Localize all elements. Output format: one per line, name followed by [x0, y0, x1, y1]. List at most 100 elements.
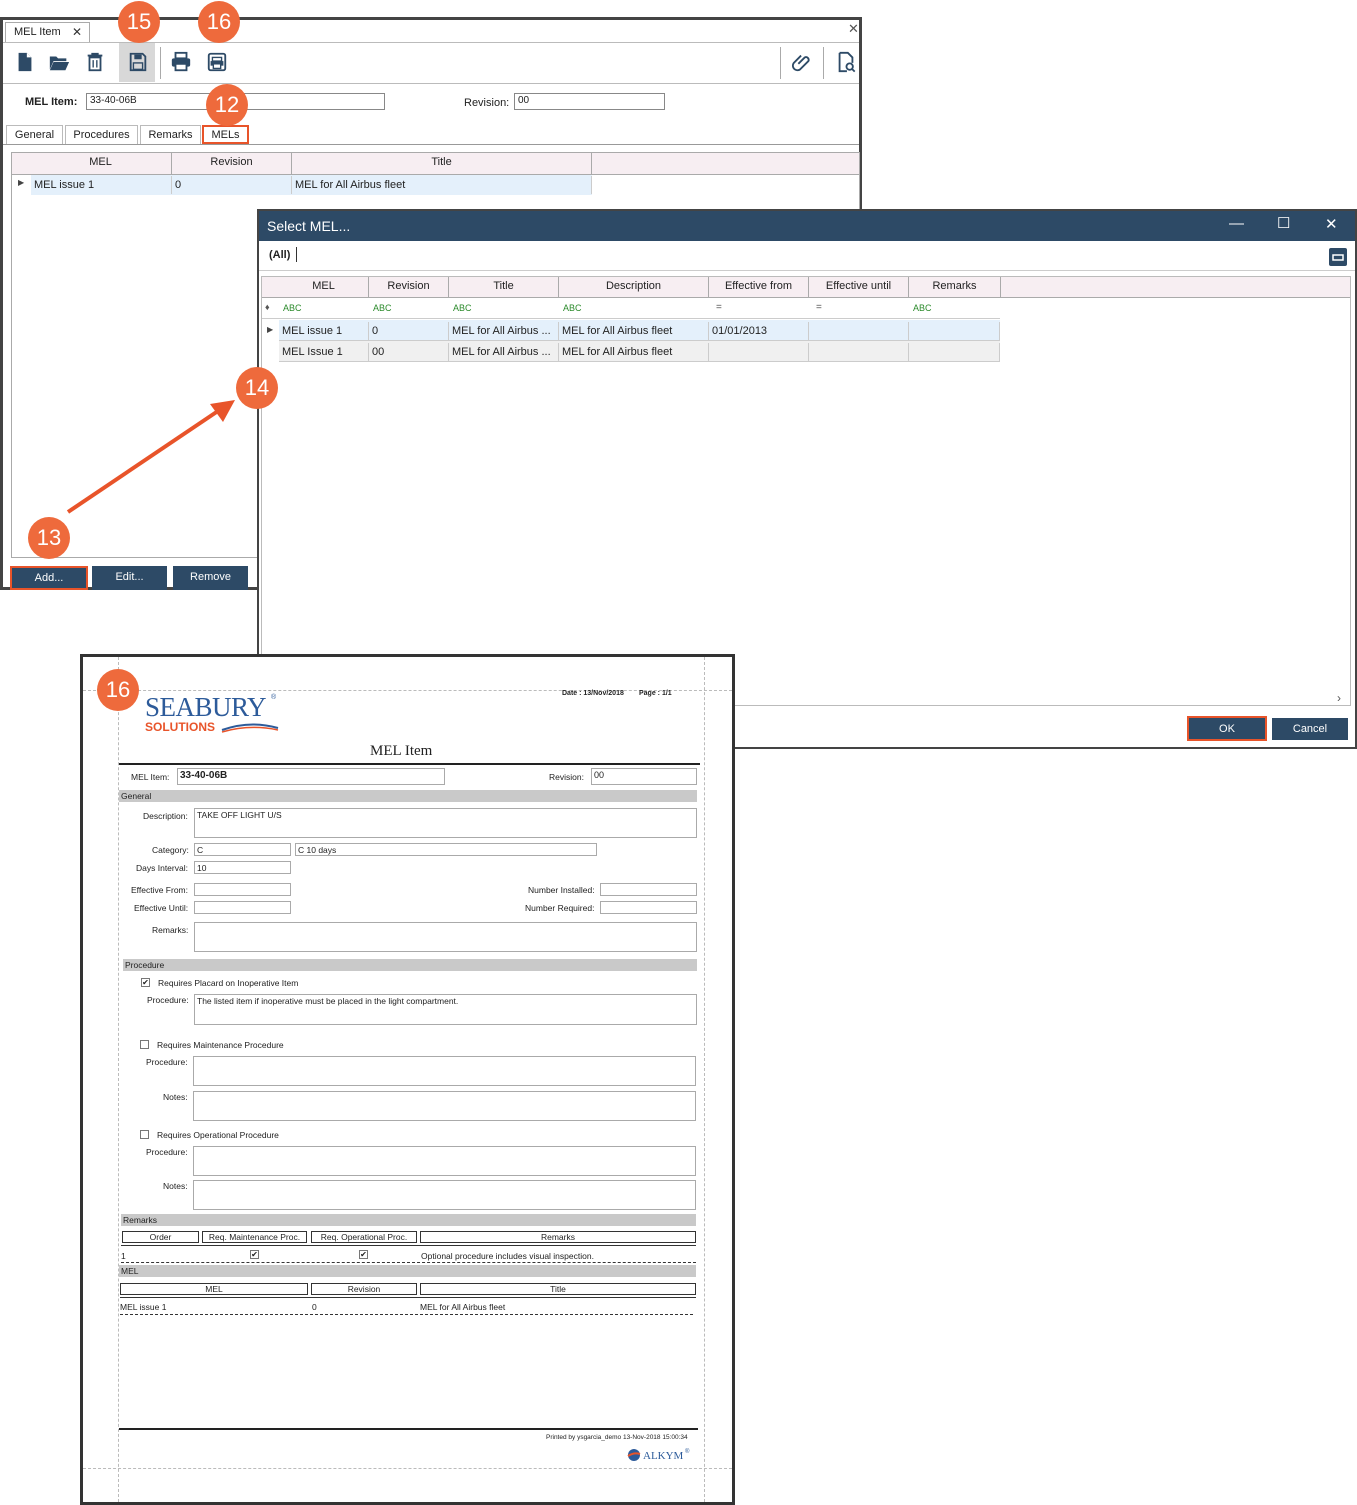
r-mel-item-label: MEL Item:	[131, 772, 170, 782]
tab-mels[interactable]: MELs	[202, 125, 249, 144]
maximize-icon[interactable]: ☐	[1277, 214, 1290, 232]
logo-swoosh-icon	[221, 723, 279, 733]
sel-cell-mel: MEL Issue 1	[279, 343, 369, 361]
r-maint-notes-value	[193, 1091, 696, 1121]
scroll-right-icon[interactable]: ›	[1337, 691, 1341, 705]
report-margin-line	[83, 690, 732, 691]
alkym-logo-icon	[627, 1449, 641, 1461]
toolbar	[3, 42, 859, 84]
column-chooser-button[interactable]	[1329, 248, 1347, 266]
r-section-procedure: Procedure	[123, 959, 697, 971]
new-button[interactable]	[12, 49, 38, 75]
r-mel-row-title: MEL for All Airbus fleet	[420, 1302, 506, 1312]
r-description-label: Description:	[143, 811, 188, 821]
r-days-value: 10	[194, 861, 291, 874]
filter-description[interactable]: ABC	[563, 303, 582, 313]
delete-icon	[87, 52, 103, 72]
r-num-required-label: Number Required:	[525, 903, 595, 913]
r-section-remarks: Remarks	[121, 1214, 696, 1226]
sel-col-remarks[interactable]: Remarks	[909, 277, 1001, 297]
ok-button[interactable]: OK	[1187, 716, 1267, 741]
r-section-general: General	[119, 790, 697, 802]
r-remarks-col-order: Order	[122, 1231, 199, 1243]
sel-cell-description: MEL for All Airbus fleet	[559, 322, 709, 340]
r-oper-checkbox	[140, 1130, 149, 1139]
mels-cell-title: MEL for All Airbus fleet	[292, 176, 592, 194]
mels-col-mel[interactable]: MEL	[30, 153, 172, 174]
print-button[interactable]	[168, 49, 194, 75]
r-remarks-value	[194, 922, 697, 952]
r-maint-notes-label: Notes:	[163, 1092, 188, 1102]
r-placard-procedure: The listed item if inoperative must be p…	[194, 994, 697, 1025]
mels-col-title[interactable]: Title	[292, 153, 592, 174]
r-remarks-maint-check: ✔	[250, 1250, 259, 1259]
row-indicator-icon: ▶	[18, 178, 25, 187]
r-category-label: Category:	[152, 845, 189, 855]
print-preview-button[interactable]	[204, 49, 230, 75]
close-icon[interactable]: ✕	[1325, 215, 1338, 233]
cancel-button[interactable]: Cancel	[1272, 718, 1348, 740]
report-margin-line	[83, 1468, 732, 1469]
tab-remarks[interactable]: Remarks	[140, 125, 201, 144]
minimize-icon[interactable]: —	[1229, 215, 1244, 232]
open-button[interactable]	[46, 49, 72, 75]
print-preview-icon	[207, 52, 227, 72]
r-eff-until-label: Effective Until:	[134, 903, 189, 913]
save-button[interactable]	[125, 49, 151, 75]
r-remarks-col-oper: Req. Operational Proc.	[311, 1231, 417, 1243]
toolbar-separator	[823, 47, 824, 79]
r-mel-col-title: Title	[420, 1283, 696, 1295]
dialog-title-bar[interactable]: Select MEL... — ☐ ✕	[259, 211, 1355, 241]
print-icon	[171, 51, 191, 72]
r-oper-procedure-label: Procedure:	[146, 1147, 188, 1157]
r-remarks-col-maint: Req. Maintenance Proc.	[202, 1231, 307, 1243]
document-tab[interactable]: MEL Item ✕	[5, 22, 90, 43]
attachment-button[interactable]	[789, 49, 815, 75]
close-tab-icon[interactable]: ✕	[72, 25, 82, 39]
sel-col-revision[interactable]: Revision	[369, 277, 449, 297]
sel-col-title[interactable]: Title	[449, 277, 559, 297]
sel-col-effective-until[interactable]: Effective until	[809, 277, 909, 297]
sel-col-effective-from[interactable]: Effective from	[709, 277, 809, 297]
filter-mel[interactable]: ABC	[283, 303, 302, 313]
r-maint-procedure-value	[193, 1056, 696, 1086]
sel-cell-effective-until	[809, 322, 909, 340]
add-button[interactable]: Add...	[10, 566, 88, 590]
mel-rule	[120, 1297, 696, 1298]
sel-col-description[interactable]: Description	[559, 277, 709, 297]
r-mel-col-mel: MEL	[120, 1283, 308, 1295]
r-num-installed-value	[600, 883, 697, 896]
footer-rule	[119, 1428, 698, 1430]
filter-remarks[interactable]: ABC	[913, 303, 932, 313]
r-remarks-label: Remarks:	[152, 925, 189, 935]
sel-cell-title: MEL for All Airbus ...	[449, 343, 559, 361]
document-search-button[interactable]	[833, 49, 859, 75]
tab-procedures[interactable]: Procedures	[65, 125, 138, 144]
r-mel-col-revision: Revision	[311, 1283, 417, 1295]
alkym-logo-mark: ®	[685, 1449, 690, 1455]
revision-label: Revision:	[464, 97, 510, 109]
filter-title[interactable]: ABC	[453, 303, 472, 313]
toolbar-separator	[780, 47, 781, 79]
mels-col-revision[interactable]: Revision	[172, 153, 292, 174]
seabury-logo-sub: SOLUTIONS	[145, 720, 216, 734]
filter-pin-icon: ♦	[265, 302, 270, 312]
filter-effective-until[interactable]: =	[816, 302, 822, 313]
remove-button[interactable]: Remove	[173, 566, 248, 590]
open-folder-icon	[49, 56, 70, 71]
seabury-logo: SEABURY	[145, 692, 267, 722]
r-remarks-order: 1	[121, 1251, 126, 1261]
r-category-value: C	[194, 843, 291, 856]
r-eff-from-label: Effective From:	[131, 885, 188, 895]
sel-cell-effective-from: 01/01/2013	[709, 322, 809, 340]
delete-button[interactable]	[82, 49, 108, 75]
filter-effective-from[interactable]: =	[716, 302, 722, 313]
revision-input[interactable]: 00	[514, 93, 665, 110]
tab-general[interactable]: General	[6, 125, 63, 144]
r-remarks-text: Optional procedure includes visual inspe…	[421, 1251, 594, 1261]
text-cursor	[296, 247, 297, 262]
filter-revision[interactable]: ABC	[373, 303, 392, 313]
close-window-icon[interactable]: ✕	[848, 21, 859, 37]
sel-col-mel[interactable]: MEL	[279, 277, 369, 297]
edit-button[interactable]: Edit...	[92, 566, 167, 590]
